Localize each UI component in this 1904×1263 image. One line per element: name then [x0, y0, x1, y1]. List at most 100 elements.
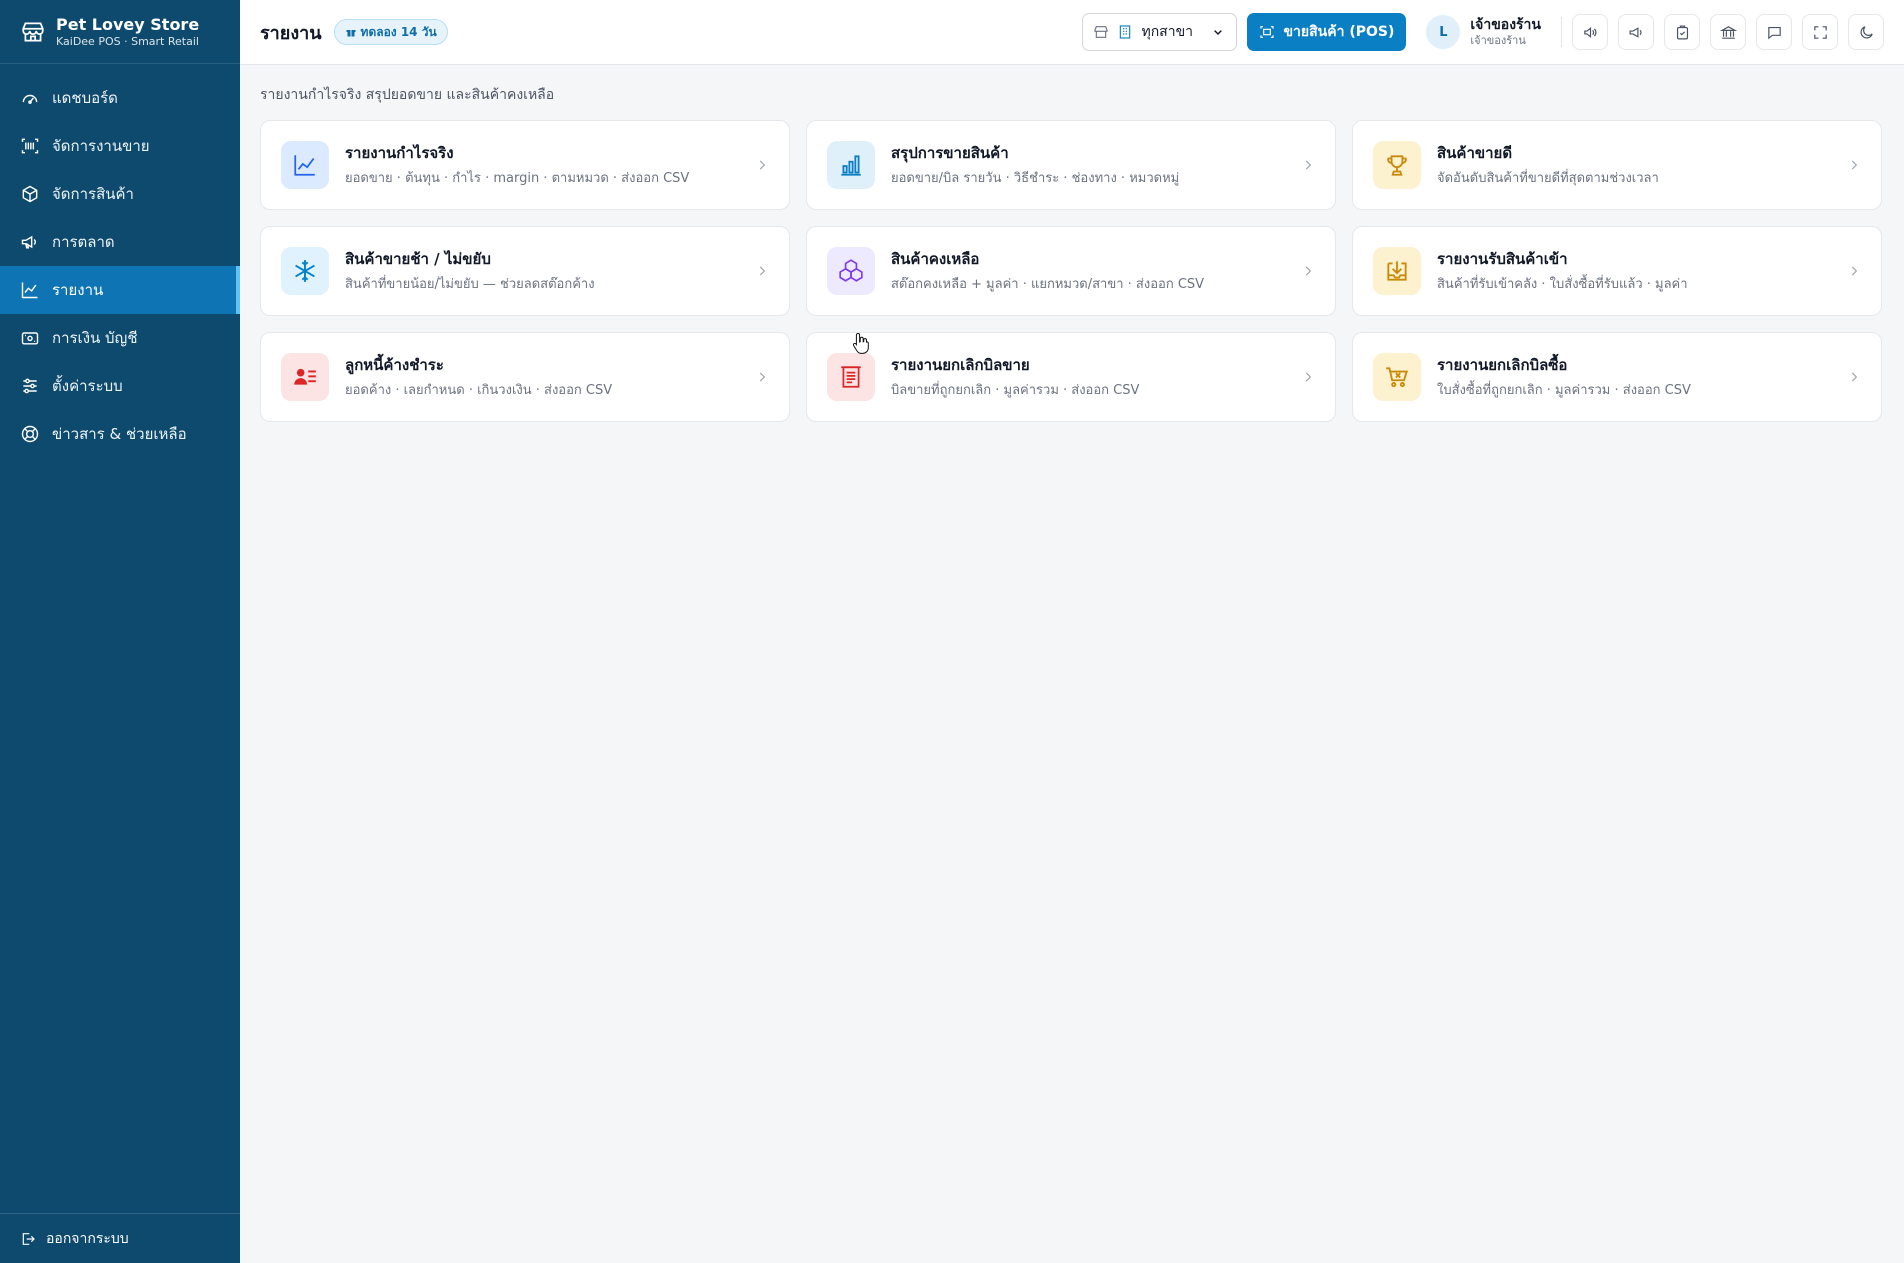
megaphone-icon [1629, 26, 1642, 38]
sidebar-item-label: แดชบอร์ด [52, 89, 118, 107]
branch-select-value: ทุกสาขา [1141, 24, 1194, 40]
report-card-slow-moving[interactable]: สินค้าขายช้า / ไม่ขยับ สินค้าที่ขายน้อย/… [260, 226, 790, 316]
barcode-scan-icon [1260, 26, 1275, 38]
chevron-right-icon [1851, 160, 1858, 170]
branch-select[interactable]: ทุกสาขา [1082, 13, 1238, 51]
header-actions: ทุกสาขา ขายสินค้า (POS) L เจ้าของร้าน เจ… [1082, 13, 1884, 51]
divider [1561, 17, 1562, 47]
fullscreen-icon [1813, 25, 1827, 39]
report-card-inventory[interactable]: สินค้าคงเหลือ สต๊อกคงเหลือ + มูลค่า · แย… [806, 226, 1336, 316]
boxes-icon [839, 259, 863, 282]
sidebar-item-marketing[interactable]: การตลาด [0, 218, 240, 266]
card-title: สินค้าขายช้า / ไม่ขยับ [345, 249, 491, 268]
user-menu[interactable]: L เจ้าของร้าน เจ้าของร้าน [1416, 15, 1551, 49]
sidebar-item-label: รายงาน [52, 281, 104, 299]
moon-icon [1860, 25, 1873, 38]
chat-icon [1767, 26, 1781, 39]
chevron-down-icon [1214, 30, 1223, 36]
bar-chart-icon [841, 155, 861, 176]
report-card-receivables[interactable]: ลูกหนี้ค้างชำระ ยอดค้าง · เลยกำหนด · เกิ… [260, 332, 790, 422]
logout-icon [22, 1232, 35, 1245]
report-card-cancelled-sales[interactable]: รายงานยกเลิกบิลขาย บิลขายที่ถูกยกเลิก · … [806, 332, 1336, 422]
dark-mode-button[interactable] [1848, 14, 1884, 50]
announcement-button[interactable] [1618, 14, 1654, 50]
pos-button[interactable]: ขายสินค้า (POS) [1247, 13, 1407, 51]
card-desc: สต๊อกคงเหลือ + มูลค่า · แยกหมวด/สาขา · ส… [891, 276, 1205, 292]
receipt-icon [841, 366, 861, 388]
card-desc: ยอดขาย · ต้นทุน · กำไร · margin · ตามหมว… [345, 170, 690, 186]
card-desc: สินค้าที่ขายน้อย/ไม่ขยับ — ช่วยลดสต๊อกค้… [345, 276, 595, 292]
sidebar-item-label: จัดการสินค้า [52, 185, 134, 203]
sidebar-item-reports[interactable]: รายงาน [0, 266, 240, 314]
card-icon-box [1373, 353, 1421, 401]
report-card-cancelled-purchases[interactable]: รายงานยกเลิกบิลซื้อ ใบสั่งซื้อที่ถูกยกเล… [1352, 332, 1882, 422]
sidebar-item-help[interactable]: ข่าวสาร & ช่วยเหลือ [0, 410, 240, 458]
brand-subtitle: KaiDee POS · Smart Retail [56, 34, 199, 48]
tasks-button[interactable] [1664, 14, 1700, 50]
sliders-icon [23, 378, 37, 394]
card-desc: จัดอันดับสินค้าที่ขายดีที่สุดตามช่วงเวลา [1437, 170, 1659, 186]
logout-label: ออกจากระบบ [46, 1230, 129, 1247]
wallet-icon [21, 332, 39, 345]
snowflake-icon [295, 260, 315, 282]
page-subtitle: รายงานกำไรจริง สรุปยอดขาย และสินค้าคงเหล… [260, 87, 555, 103]
cart-x-icon [1386, 367, 1409, 388]
main-content: รายงานกำไรจริง สรุปยอดขาย และสินค้าคงเหล… [260, 84, 1884, 422]
sidebar-item-products[interactable]: จัดการสินค้า [0, 170, 240, 218]
trial-badge: ทดลอง 14 วัน [333, 19, 448, 45]
card-desc: สินค้าที่รับเข้าคลัง · ใบสั่งซื้อที่รับแ… [1437, 276, 1688, 292]
sidebar-item-label: จัดการงานขาย [52, 137, 150, 155]
card-desc: ยอดค้าง · เลยกำหนด · เกินวงเงิน · ส่งออก… [345, 382, 613, 398]
sidebar-item-label: การตลาด [52, 233, 115, 251]
card-title: ลูกหนี้ค้างชำระ [345, 355, 444, 374]
card-title: รายงานรับสินค้าเข้า [1437, 249, 1568, 268]
gauge-icon [22, 94, 38, 104]
sidebar-item-finance[interactable]: การเงิน บัญชี [0, 314, 240, 362]
brand[interactable]: Pet Lovey Store KaiDee POS · Smart Retai… [0, 0, 240, 64]
store-icon [1094, 26, 1109, 38]
trophy-icon [1387, 155, 1407, 176]
sidebar: Pet Lovey Store KaiDee POS · Smart Retai… [0, 0, 240, 1263]
brand-name: Pet Lovey Store [56, 14, 200, 34]
report-card-goods-received[interactable]: รายงานรับสินค้าเข้า สินค้าที่รับเข้าคลัง… [1352, 226, 1882, 316]
card-icon-box [281, 141, 329, 189]
store-icon [22, 21, 44, 42]
logout-button[interactable]: ออกจากระบบ [0, 1213, 240, 1263]
trend-chart-icon [294, 155, 315, 176]
chevron-right-icon [1305, 372, 1312, 382]
report-cards: รายงานกำไรจริง ยอดขาย · ต้นทุน · กำไร · … [260, 120, 1884, 422]
report-card-sales-summary[interactable]: สรุปการขายสินค้า ยอดขาย/บิล รายวัน · วิธ… [806, 120, 1336, 210]
avatar: L [1426, 15, 1461, 49]
sidebar-item-sales[interactable]: จัดการงานขาย [0, 122, 240, 170]
top-header: รายงาน ทดลอง 14 วัน ทุกสาขา ขายสินค้า (P… [240, 0, 1904, 65]
card-icon-box [827, 141, 875, 189]
bank-button[interactable] [1710, 14, 1746, 50]
chevron-right-icon [1851, 266, 1858, 276]
card-icon-box [1373, 141, 1421, 189]
pos-button-label: ขายสินค้า (POS) [1283, 24, 1395, 40]
sidebar-item-settings[interactable]: ตั้งค่าระบบ [0, 362, 240, 410]
building-icon [1120, 25, 1131, 39]
page-title: รายงาน [260, 22, 322, 44]
card-title: สรุปการขายสินค้า [891, 143, 1009, 162]
clipboard-check-icon [1676, 25, 1688, 39]
line-chart-icon [21, 282, 38, 299]
card-desc: ใบสั่งซื้อที่ถูกยกเลิก · มูลค่ารวม · ส่ง… [1437, 382, 1691, 398]
user-role: เจ้าของร้าน [1470, 33, 1526, 47]
sound-button[interactable] [1572, 14, 1608, 50]
fullscreen-button[interactable] [1802, 14, 1838, 50]
chat-button[interactable] [1756, 14, 1792, 50]
chevron-right-icon [1305, 160, 1312, 170]
card-desc: ยอดขาย/บิล รายวัน · วิธีชำระ · ช่องทาง ·… [891, 170, 1180, 186]
sidebar-item-label: ตั้งค่าระบบ [52, 377, 123, 395]
inbox-download-icon [1387, 261, 1407, 281]
card-icon-box [1373, 247, 1421, 295]
report-card-best-sellers[interactable]: สินค้าขายดี จัดอันดับสินค้าที่ขายดีที่สุ… [1352, 120, 1882, 210]
card-title: สินค้าคงเหลือ [891, 249, 980, 268]
card-title: รายงานยกเลิกบิลขาย [891, 355, 1030, 374]
report-card-profit[interactable]: รายงานกำไรจริง ยอดขาย · ต้นทุน · กำไร · … [260, 120, 790, 210]
sidebar-item-dashboard[interactable]: แดชบอร์ด [0, 74, 240, 122]
hand-cursor-icon [852, 332, 869, 354]
chevron-right-icon [759, 372, 766, 382]
card-title: สินค้าขายดี [1437, 143, 1513, 162]
